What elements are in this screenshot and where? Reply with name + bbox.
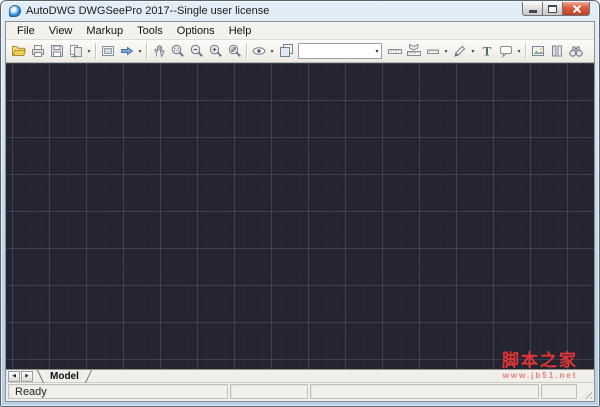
close-button[interactable] [563, 2, 590, 16]
menu-help[interactable]: Help [222, 23, 259, 39]
visibility-button[interactable] [249, 41, 268, 61]
measure-dropdown[interactable]: ▾ [442, 48, 450, 55]
pan-button[interactable] [149, 41, 168, 61]
zoom-in-icon [209, 44, 222, 57]
menu-markup[interactable]: Markup [79, 23, 130, 39]
autodwg-logo-icon [9, 5, 21, 17]
find-button[interactable] [566, 41, 585, 61]
save-button[interactable] [47, 41, 66, 61]
menu-bar: File View Markup Tools Options Help [6, 22, 594, 40]
zoom-extents-icon [228, 44, 241, 57]
status-panel [541, 384, 577, 399]
visibility-dropdown[interactable]: ▾ [268, 48, 276, 55]
resize-grip[interactable] [579, 384, 592, 399]
fit-screen-button[interactable] [98, 41, 117, 61]
measure-area-icon [406, 43, 421, 56]
zoom-window-icon [171, 44, 184, 57]
print-button[interactable] [28, 41, 47, 61]
layout-tab-bar: ◀ ▶ Model [6, 370, 594, 383]
measure-angle-icon [426, 49, 439, 54]
find-binoculars-icon [568, 46, 583, 57]
toolbar-separator [146, 43, 147, 59]
visibility-eye-icon [252, 47, 265, 55]
maximize-icon [548, 4, 557, 13]
measure-angle-button[interactable] [423, 41, 442, 61]
forward-dropdown[interactable]: ▾ [136, 48, 144, 55]
window-title: AutoDWG DWGSeePro 2017--Single user lice… [26, 5, 270, 17]
status-bar: Ready [6, 383, 594, 401]
markup-pen-dropdown[interactable]: ▾ [469, 48, 477, 55]
client-area: File View Markup Tools Options Help ▾ ▾ … [5, 21, 595, 402]
maximize-button[interactable] [543, 2, 563, 16]
text-tool-icon: T [482, 44, 491, 59]
status-panel [230, 384, 308, 399]
zoom-extents-button[interactable] [225, 41, 244, 61]
fit-screen-icon [101, 46, 114, 56]
callout-button[interactable] [496, 41, 515, 61]
print-icon [31, 45, 44, 57]
measure-area-button[interactable] [404, 41, 423, 61]
zoom-out-button[interactable] [187, 41, 206, 61]
minimize-icon [528, 9, 537, 13]
compare-button[interactable] [547, 41, 566, 61]
tab-prev-icon: ◀ [12, 373, 16, 379]
save-icon [50, 45, 63, 57]
toolbar-separator [95, 43, 96, 59]
measure-distance-button[interactable] [385, 41, 404, 61]
minimize-button[interactable] [522, 2, 543, 16]
markup-pen-button[interactable] [450, 41, 469, 61]
tab-prev-button[interactable]: ◀ [8, 370, 20, 382]
tab-model-label: Model [50, 370, 79, 382]
convert-icon [69, 45, 82, 59]
layers-icon [279, 44, 293, 57]
text-tool-button[interactable]: T [477, 41, 496, 61]
zoom-window-button[interactable] [168, 41, 187, 61]
pan-hand-icon [153, 45, 164, 58]
window-controls [522, 2, 590, 16]
toolbar-separator [525, 43, 526, 59]
forward-button[interactable] [117, 41, 136, 61]
status-panel [310, 384, 539, 399]
convert-button[interactable] [66, 41, 85, 61]
status-message: Ready [15, 385, 47, 398]
tab-next-button[interactable]: ▶ [21, 370, 33, 382]
measure-distance-icon [387, 49, 402, 54]
callout-dropdown[interactable]: ▾ [515, 48, 523, 55]
drawing-canvas[interactable] [6, 63, 594, 370]
export-image-button[interactable] [528, 41, 547, 61]
close-icon [571, 4, 582, 14]
menu-file[interactable]: File [10, 23, 42, 39]
title-bar[interactable]: AutoDWG DWGSeePro 2017--Single user lice… [1, 1, 599, 21]
combobox-dropdown[interactable]: ▾ [373, 48, 381, 55]
zoom-out-icon [190, 44, 203, 57]
tab-next-icon: ▶ [25, 373, 29, 379]
menu-tools[interactable]: Tools [130, 23, 170, 39]
callout-icon [499, 46, 512, 58]
menu-view[interactable]: View [42, 23, 80, 39]
forward-arrow-icon [120, 46, 133, 56]
open-button[interactable] [9, 41, 28, 61]
toolbar-separator [246, 43, 247, 59]
layers-button[interactable] [276, 41, 295, 61]
menu-options[interactable]: Options [170, 23, 222, 39]
toolbar: ▾ ▾ ▾ ▾ ▾ ▾ T ▾ [6, 40, 594, 63]
compare-icon [551, 45, 562, 57]
markup-pen-icon [453, 45, 465, 57]
export-image-icon [531, 46, 544, 56]
convert-dropdown[interactable]: ▾ [85, 48, 93, 55]
svg-text:T: T [482, 44, 491, 59]
tab-model[interactable]: Model [34, 370, 95, 383]
app-window: AutoDWG DWGSeePro 2017--Single user lice… [0, 0, 600, 407]
zoom-in-button[interactable] [206, 41, 225, 61]
open-folder-icon [11, 46, 26, 56]
status-message-panel: Ready [8, 384, 228, 399]
layer-combobox[interactable]: ▾ [298, 43, 382, 59]
